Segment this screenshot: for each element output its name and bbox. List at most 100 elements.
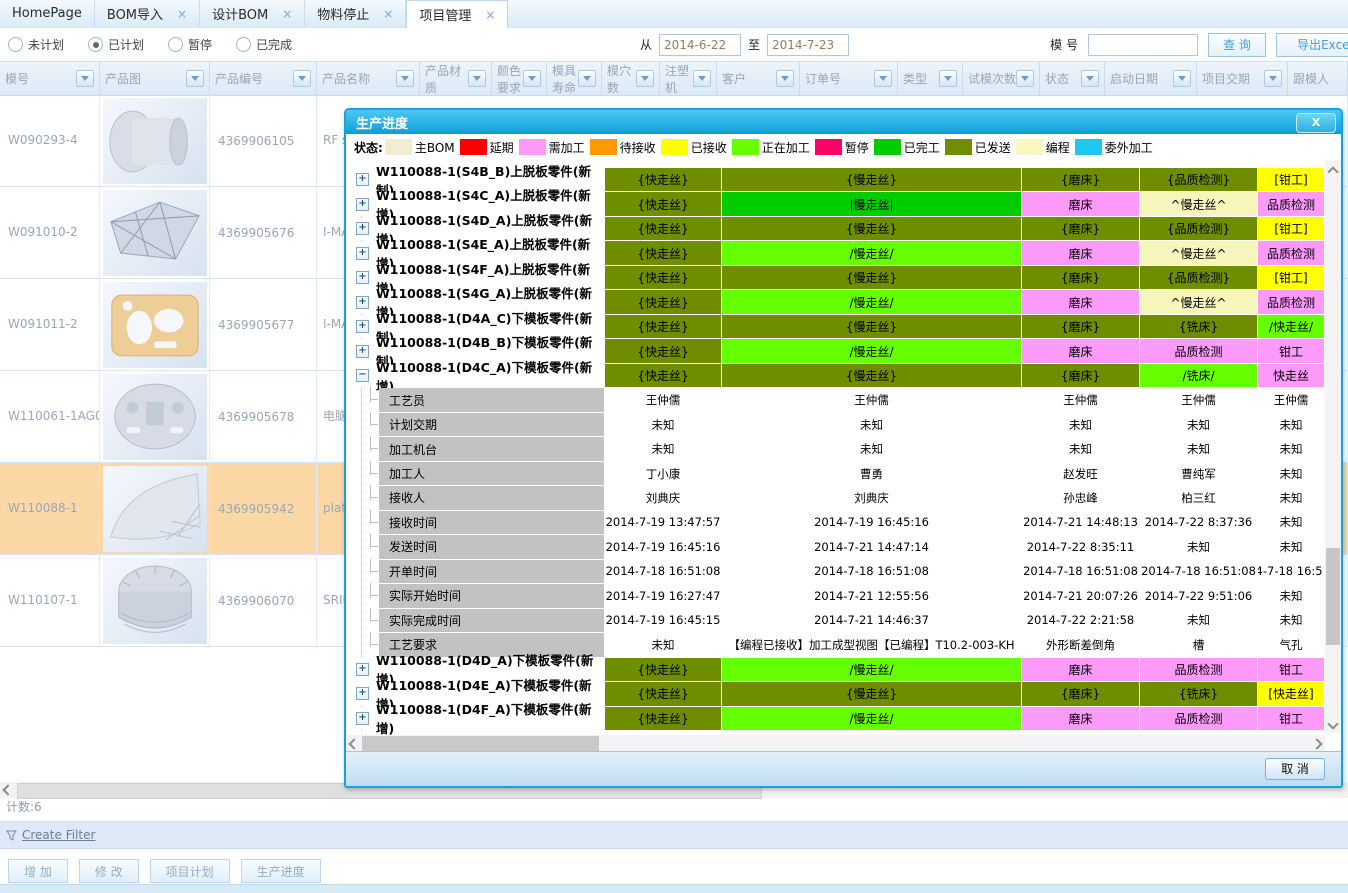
chevron-down-icon — [781, 76, 789, 81]
filter-dropdown-icon[interactable] — [186, 70, 204, 87]
filter-dropdown-icon[interactable] — [939, 70, 957, 87]
scroll-up-icon[interactable] — [1329, 165, 1337, 173]
filter-dropdown-icon[interactable] — [1016, 70, 1034, 87]
cancel-button[interactable]: 取 消 — [1265, 758, 1325, 780]
product-thumbnail-ribbed-cap — [103, 558, 207, 644]
tab-5[interactable]: 项目管理× — [406, 0, 508, 28]
action-button-1[interactable]: 增 加 — [8, 859, 68, 883]
filter-dropdown-icon[interactable] — [1264, 70, 1282, 87]
filter-dropdown-icon[interactable] — [468, 70, 486, 87]
date-range: 从 至 — [640, 28, 849, 61]
detail-value: 2014-7-21 12:55:56 — [722, 584, 1021, 607]
column-header-1[interactable]: 模号 — [0, 62, 100, 95]
tab-2[interactable]: BOM导入× — [95, 0, 200, 27]
tab-close-icon[interactable]: × — [177, 9, 187, 19]
stage-cell: {快走丝} — [605, 682, 721, 705]
tab-1[interactable]: HomePage — [0, 0, 95, 27]
stage-cell: 钳工 — [1258, 658, 1324, 681]
search-button[interactable]: 查 询 — [1208, 33, 1266, 57]
legend-swatch — [385, 139, 412, 155]
create-filter-link[interactable]: Create Filter — [22, 828, 95, 842]
radio-option-2[interactable]: 已计划 — [88, 36, 144, 53]
tab-3[interactable]: 设计BOM× — [200, 0, 305, 27]
detail-value: 未知 — [1022, 413, 1139, 436]
expand-icon[interactable]: + — [356, 247, 369, 260]
dialog-vertical-scrollbar[interactable] — [1325, 160, 1341, 733]
stage-cell: ^慢走丝^ — [1140, 192, 1257, 215]
stage-cell: 品质检测 — [1258, 290, 1324, 313]
tab-close-icon[interactable]: × — [485, 10, 495, 20]
filter-dropdown-icon[interactable] — [874, 70, 892, 87]
expand-icon[interactable]: + — [356, 663, 369, 676]
filter-dropdown-icon[interactable] — [293, 70, 311, 87]
scrollbar-thumb[interactable] — [1326, 548, 1340, 645]
dialog-horizontal-scrollbar[interactable] — [346, 735, 1325, 752]
filter-dropdown-icon[interactable] — [1081, 70, 1099, 87]
column-header-7[interactable]: 模具寿命 — [547, 62, 602, 95]
collapse-icon[interactable]: − — [356, 369, 369, 382]
expand-icon[interactable]: + — [356, 687, 369, 700]
column-header-6[interactable]: 颜色要求 — [492, 62, 547, 95]
column-header-5[interactable]: 产品材质 — [420, 62, 492, 95]
detail-value: 2014-7-19 16:45:16 — [722, 511, 1021, 534]
expand-icon[interactable]: + — [356, 296, 369, 309]
filter-dropdown-icon[interactable] — [76, 70, 94, 87]
expand-icon[interactable]: + — [356, 173, 369, 186]
column-header-4[interactable]: 产品名称 — [317, 62, 420, 95]
scroll-left-icon[interactable] — [0, 782, 16, 798]
column-header-15[interactable]: 启动日期 — [1105, 62, 1197, 95]
column-header-11[interactable]: 订单号 — [800, 62, 898, 95]
filter-dropdown-icon[interactable] — [523, 70, 541, 87]
column-header-9[interactable]: 注塑机 — [660, 62, 717, 95]
action-button-4[interactable]: 生产进度 — [241, 859, 321, 883]
expand-icon[interactable]: + — [356, 198, 369, 211]
filter-dropdown-icon[interactable] — [578, 70, 596, 87]
detail-value: 气孔 — [1258, 633, 1324, 656]
column-header-17[interactable]: 跟模人 — [1288, 62, 1348, 95]
date-from-input[interactable] — [659, 34, 741, 56]
filter-dropdown-icon[interactable] — [396, 70, 414, 87]
expand-icon[interactable]: + — [356, 222, 369, 235]
expand-icon[interactable]: + — [356, 712, 369, 725]
filter-dropdown-icon[interactable] — [776, 70, 794, 87]
expand-icon[interactable]: + — [356, 345, 369, 358]
chevron-down-icon — [1086, 76, 1094, 81]
expand-icon[interactable]: + — [356, 320, 369, 333]
export-excel-button[interactable]: 导出Excel — [1276, 33, 1348, 57]
tab-close-icon[interactable]: × — [383, 9, 393, 19]
filter-dropdown-icon[interactable] — [693, 70, 711, 87]
column-header-13[interactable]: 试模次数 — [963, 62, 1040, 95]
expand-icon[interactable]: + — [356, 271, 369, 284]
scroll-down-icon[interactable] — [1329, 717, 1337, 725]
action-button-3[interactable]: 项目计划 — [150, 859, 230, 883]
scrollbar-thumb[interactable] — [362, 736, 599, 751]
column-header-10[interactable]: 客户 — [717, 62, 800, 95]
tab-4[interactable]: 物料停止× — [305, 0, 406, 27]
close-icon[interactable]: X — [1296, 113, 1336, 133]
radio-option-1[interactable]: 未计划 — [8, 36, 64, 53]
scroll-left-icon[interactable] — [346, 735, 362, 752]
product-thumbnail-curved-plate — [103, 466, 207, 552]
product-image-cell — [100, 187, 210, 278]
stage-cell: [钳工] — [1258, 217, 1324, 240]
detail-value: 2014-7-22 8:35:11 — [1022, 535, 1139, 558]
date-to-input[interactable] — [767, 34, 849, 56]
scroll-right-icon[interactable] — [1309, 735, 1325, 752]
column-header-8[interactable]: 模穴数 — [602, 62, 660, 95]
detail-value: 外形断差倒角 — [1022, 633, 1139, 656]
column-header-16[interactable]: 项目交期 — [1197, 62, 1288, 95]
column-header-2[interactable]: 产品图 — [100, 62, 210, 95]
filter-dropdown-icon[interactable] — [1173, 70, 1191, 87]
radio-option-3[interactable]: 暂停 — [168, 36, 212, 53]
action-button-2[interactable]: 修 改 — [79, 859, 139, 883]
tab-close-icon[interactable]: × — [282, 9, 292, 19]
stage-cell: {磨床} — [1022, 315, 1139, 338]
radio-option-4[interactable]: 已完成 — [236, 36, 292, 53]
column-header-12[interactable]: 类型 — [898, 62, 963, 95]
filter-dropdown-icon[interactable] — [636, 70, 654, 87]
legend-item-label: 需加工 — [549, 139, 585, 156]
column-header-14[interactable]: 状态 — [1040, 62, 1105, 95]
column-header-3[interactable]: 产品编号 — [210, 62, 317, 95]
mold-no-input[interactable] — [1088, 34, 1198, 56]
detail-value: 2014-7-21 20:07:26 — [1022, 584, 1139, 607]
